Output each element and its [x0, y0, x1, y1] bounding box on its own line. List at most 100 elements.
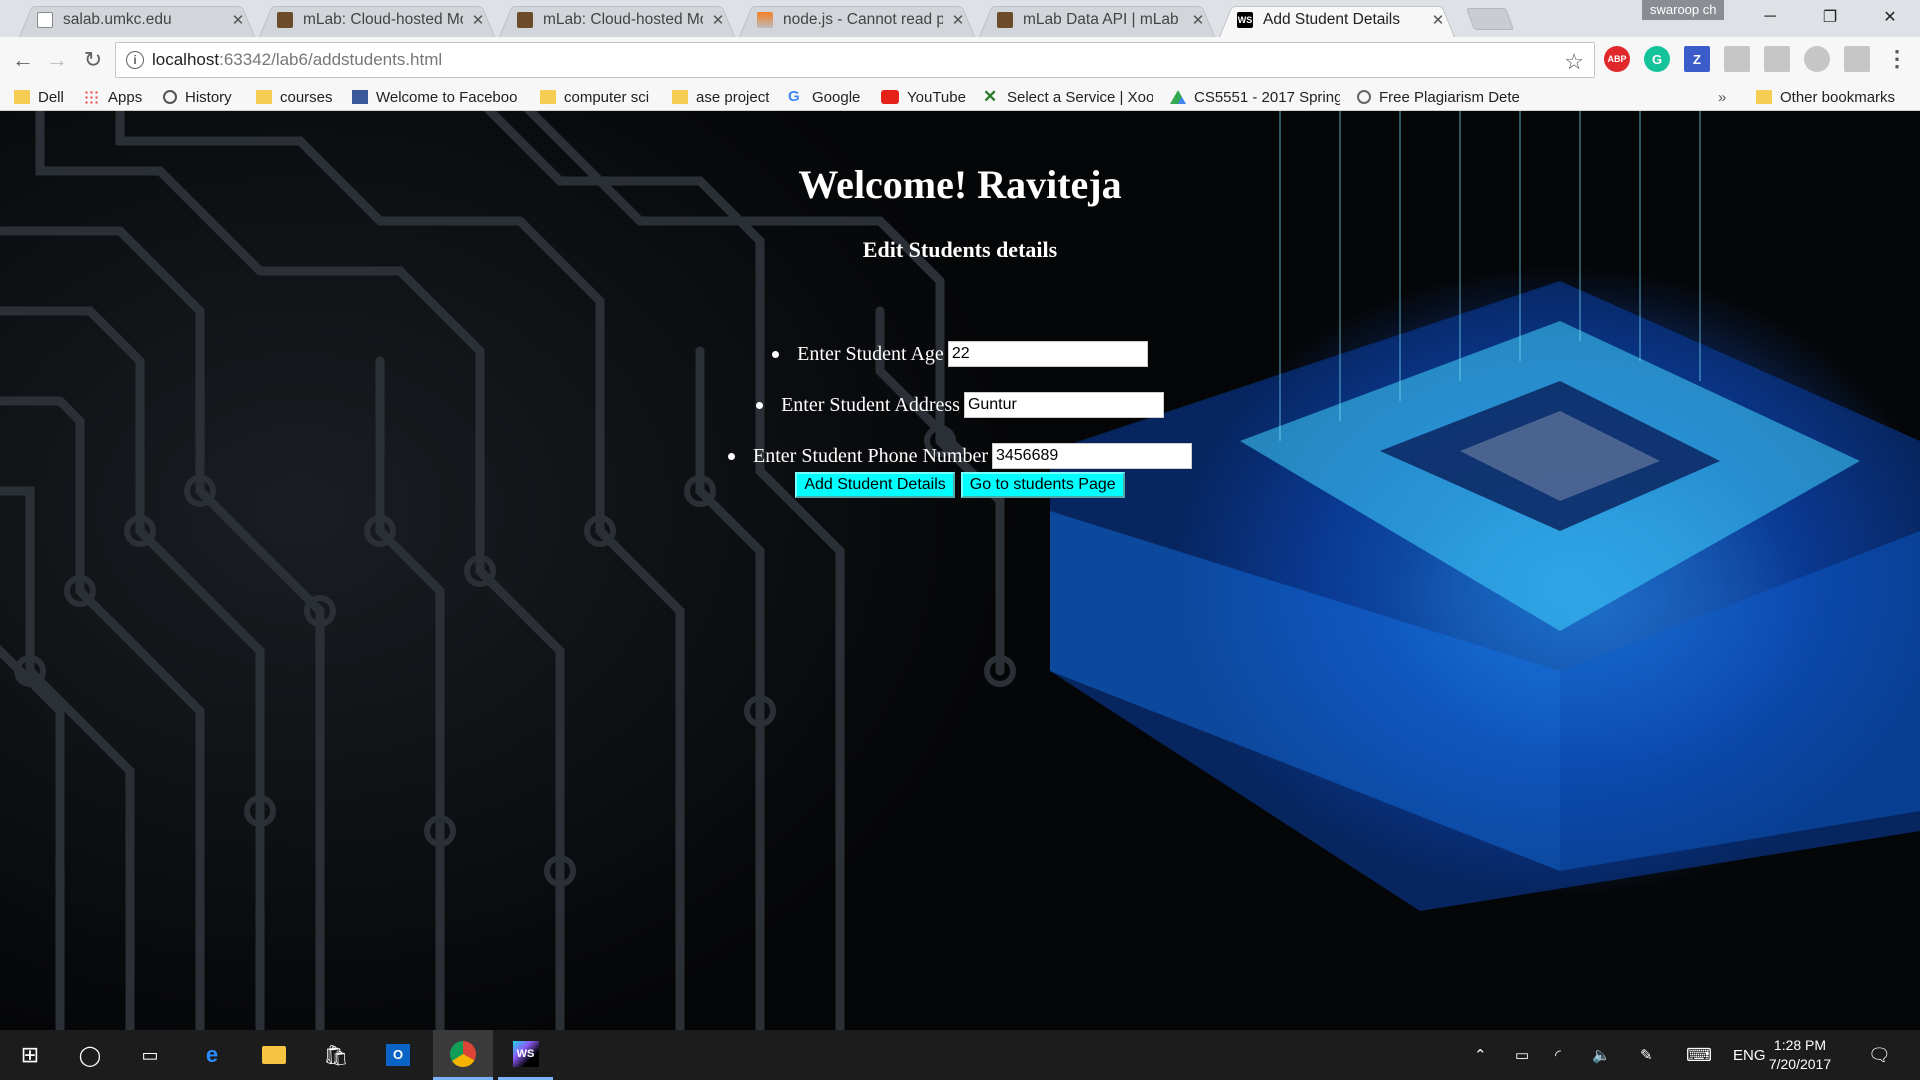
- close-icon[interactable]: ✕: [951, 11, 965, 29]
- grammarly-icon[interactable]: G: [1644, 46, 1670, 72]
- menu-icon[interactable]: ⋮: [1884, 46, 1910, 72]
- xoom-icon: ✕: [983, 87, 998, 106]
- age-input[interactable]: [947, 341, 1148, 367]
- folder-icon: [14, 90, 30, 104]
- folder-icon: [672, 90, 688, 104]
- bookmarks-overflow-button[interactable]: »: [1718, 83, 1726, 111]
- facebook-icon: [352, 90, 368, 104]
- chrome-icon[interactable]: [433, 1030, 493, 1080]
- close-icon[interactable]: ✕: [1431, 11, 1445, 29]
- tab-mlab-1[interactable]: mLab: Cloud-hosted Mo ✕: [255, 2, 499, 37]
- wifi-icon[interactable]: ◜: [1555, 1030, 1561, 1080]
- adblock-icon[interactable]: ABP: [1604, 46, 1630, 72]
- windows-start-icon[interactable]: ⊞: [5, 1030, 55, 1080]
- address-bar[interactable]: i localhost:63342/lab6/addstudents.html …: [115, 42, 1595, 78]
- bookmark-courses[interactable]: courses: [256, 83, 333, 111]
- volume-icon[interactable]: 🔈: [1592, 1030, 1611, 1080]
- go-to-students-page-button[interactable]: Go to students Page: [960, 472, 1125, 498]
- close-icon[interactable]: ✕: [231, 11, 245, 29]
- clock[interactable]: 1:28 PM 7/20/2017: [1760, 1036, 1840, 1074]
- phone-label: Enter Student Phone Number: [753, 444, 988, 467]
- tab-salab[interactable]: salab.umkc.edu ✕: [15, 2, 259, 37]
- clock-time: 1:28 PM: [1773, 1037, 1827, 1053]
- bookmark-youtube[interactable]: YouTube: [881, 83, 966, 111]
- add-student-details-button[interactable]: Add Student Details: [795, 472, 955, 498]
- edge-icon[interactable]: e: [187, 1030, 237, 1080]
- bookmark-apps[interactable]: Apps: [84, 83, 142, 111]
- store-icon[interactable]: 🛍: [311, 1030, 361, 1080]
- bookmark-label: courses: [280, 88, 333, 106]
- address-row: Enter Student Address: [0, 392, 1920, 418]
- welcome-heading: Welcome! Raviteja: [798, 162, 1122, 207]
- battery-icon[interactable]: ▭: [1515, 1030, 1529, 1080]
- webstorm-taskbar-icon[interactable]: WS: [498, 1030, 553, 1080]
- close-icon[interactable]: ✕: [471, 11, 485, 29]
- notifications-icon[interactable]: 🗨: [1868, 1030, 1891, 1080]
- back-icon[interactable]: ←: [8, 45, 38, 75]
- bookmark-computer-sci[interactable]: computer sci: [540, 83, 649, 111]
- shield-icon[interactable]: [1764, 46, 1790, 72]
- folder-icon: [262, 1046, 286, 1064]
- age-label: Enter Student Age: [797, 342, 944, 365]
- tab-title: salab.umkc.edu: [63, 10, 172, 28]
- folder-icon: [1756, 90, 1772, 104]
- bookmark-star-icon[interactable]: ☆: [1564, 49, 1584, 75]
- bookmark-plagiarism[interactable]: Free Plagiarism Dete: [1357, 83, 1527, 111]
- url-text: localhost:63342/lab6/addstudents.html: [152, 50, 442, 70]
- bookmark-label: Welcome to Faceboo: [376, 88, 518, 106]
- bookmark-label: Select a Service | Xoo: [1007, 88, 1153, 106]
- tab-mlab-data-api[interactable]: mLab Data API | mLab D ✕: [975, 2, 1219, 37]
- tab-mlab-2[interactable]: mLab: Cloud-hosted Mo ✕: [495, 2, 739, 37]
- zotero-icon[interactable]: Z: [1684, 46, 1710, 72]
- address-input[interactable]: [963, 392, 1164, 418]
- tab-title: mLab: Cloud-hosted Mo: [543, 10, 703, 28]
- profile-button[interactable]: swaroop ch: [1642, 0, 1725, 20]
- task-view-icon[interactable]: ▭: [125, 1030, 175, 1080]
- bookmark-ase-project[interactable]: ase project: [672, 83, 769, 111]
- forward-icon[interactable]: →: [42, 45, 72, 75]
- info-icon[interactable]: i: [126, 51, 144, 69]
- bookmark-other[interactable]: Other bookmarks: [1756, 83, 1895, 111]
- bookmark-label: Dell: [38, 88, 64, 106]
- pen-icon[interactable]: ✎: [1640, 1030, 1653, 1080]
- close-icon[interactable]: ✕: [1191, 11, 1205, 29]
- close-icon[interactable]: ✕: [711, 11, 725, 29]
- extension-icon[interactable]: [1724, 46, 1750, 72]
- bookmark-label: History: [185, 88, 232, 106]
- bookmark-cs5551[interactable]: CS5551 - 2017 Spring: [1170, 83, 1340, 111]
- webstorm-icon: WS: [1237, 11, 1253, 28]
- new-tab-button[interactable]: [1465, 8, 1515, 30]
- tab-stackoverflow[interactable]: node.js - Cannot read pr ✕: [735, 2, 979, 37]
- page-viewport: Welcome! Raviteja Edit Students details …: [0, 111, 1920, 1030]
- list-bullet: [756, 401, 764, 409]
- bookmark-history[interactable]: History: [163, 83, 232, 111]
- bookmark-dell[interactable]: Dell: [14, 83, 64, 111]
- outlook-logo: O: [386, 1044, 410, 1066]
- phone-input[interactable]: [991, 443, 1192, 469]
- extension-icon[interactable]: [1844, 46, 1870, 72]
- drive-extension-icon[interactable]: [1804, 46, 1830, 72]
- bookmark-label: Apps: [108, 88, 143, 106]
- google-icon: G: [788, 88, 800, 105]
- close-window-icon[interactable]: ✕: [1860, 0, 1920, 34]
- tab-add-student-details[interactable]: WS Add Student Details ✕: [1215, 2, 1459, 37]
- file-explorer-icon[interactable]: [249, 1030, 299, 1080]
- bookmark-facebook[interactable]: Welcome to Faceboo: [352, 83, 522, 111]
- bookmark-xoom[interactable]: ✕ Select a Service | Xoo: [983, 83, 1153, 111]
- keyboard-icon[interactable]: ⌨: [1686, 1030, 1712, 1080]
- restore-icon[interactable]: ❐: [1800, 0, 1860, 34]
- outlook-icon[interactable]: O: [373, 1030, 423, 1080]
- folder-icon: [256, 90, 272, 104]
- folder-icon: [540, 90, 556, 104]
- bookmark-label: Free Plagiarism Dete: [1379, 88, 1520, 106]
- youtube-icon: [881, 90, 899, 104]
- minimize-icon[interactable]: ─: [1740, 0, 1800, 34]
- mlab-icon: [517, 11, 533, 28]
- apps-icon: [84, 90, 100, 104]
- show-hidden-icons-icon[interactable]: ⌃: [1474, 1030, 1487, 1080]
- bookmark-google[interactable]: G Google: [788, 83, 860, 111]
- phone-row: Enter Student Phone Number: [0, 443, 1920, 469]
- reload-icon[interactable]: ↻: [78, 45, 108, 75]
- mlab-icon: [997, 11, 1013, 28]
- cortana-search-icon[interactable]: ◯: [65, 1030, 115, 1080]
